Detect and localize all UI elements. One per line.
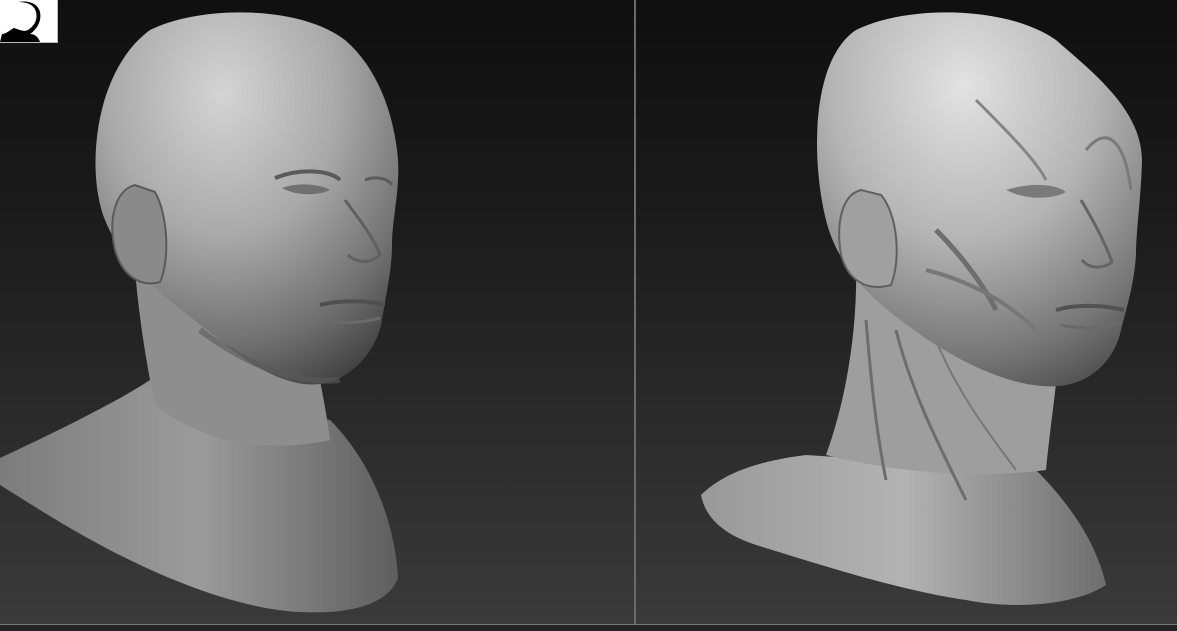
shoulders (701, 455, 1106, 605)
viewport-left[interactable] (0, 0, 634, 624)
viewport-right[interactable] (636, 0, 1177, 624)
figure-thumbnail[interactable] (0, 0, 58, 43)
ecorche-head-model[interactable] (636, 0, 1177, 624)
figure-silhouette-icon (0, 1, 41, 42)
ear (111, 183, 168, 285)
sculpt-app (0, 0, 1177, 631)
skin-head-model[interactable] (0, 0, 634, 624)
status-bar (0, 625, 1177, 631)
ear (838, 188, 898, 288)
